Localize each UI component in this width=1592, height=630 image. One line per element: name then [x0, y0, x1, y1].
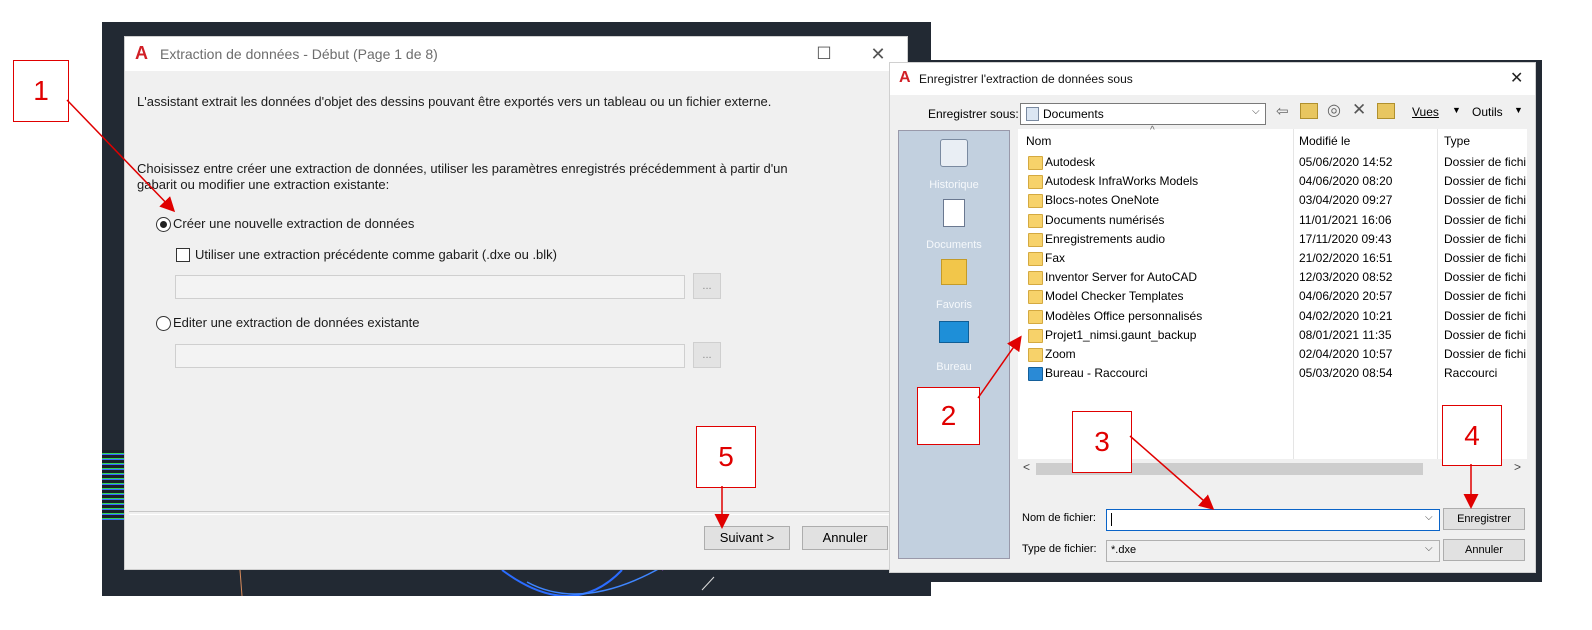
arrow-3 [1129, 435, 1215, 510]
arrow-1 [66, 99, 176, 213]
arrow-2 [977, 335, 1022, 399]
annotation-arrows [66, 99, 1479, 529]
